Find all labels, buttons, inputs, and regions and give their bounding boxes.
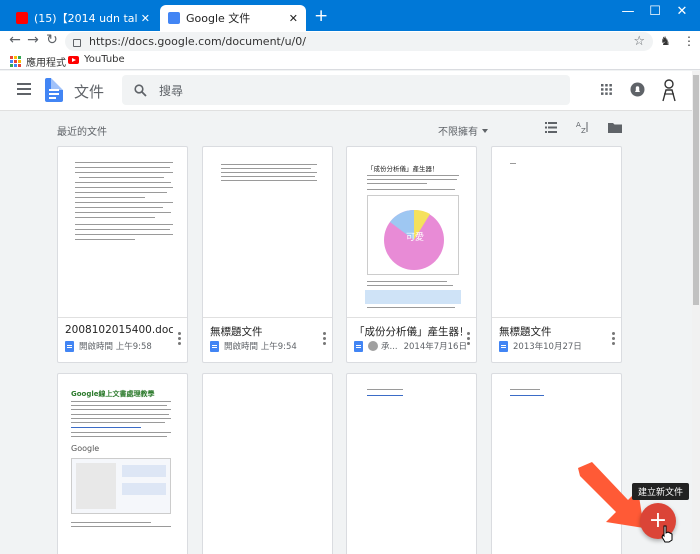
document-thumbnail <box>203 147 332 318</box>
page-scrollbar[interactable] <box>692 71 700 554</box>
doc-type-icon <box>354 340 363 352</box>
list-view-icon[interactable] <box>545 122 557 133</box>
document-card[interactable] <box>202 373 333 554</box>
browser-menu-icon[interactable]: ⋮ <box>683 34 695 48</box>
more-options-icon[interactable] <box>323 332 326 347</box>
document-card[interactable]: 2008102015400.doc 開啟時間 上午9:58 <box>57 146 188 363</box>
document-card[interactable]: Google線上文書處理教學 Google <box>57 373 188 554</box>
thumb-chart-frame: 可愛 <box>367 195 459 275</box>
forward-arrow-icon[interactable]: → <box>24 32 42 48</box>
folder-icon[interactable] <box>608 122 622 133</box>
search-input[interactable]: 搜尋 <box>122 75 570 105</box>
document-thumbnail: Google線上文書處理教學 Google <box>58 374 187 554</box>
reload-icon[interactable]: ↻ <box>43 32 61 48</box>
address-bar[interactable]: https://docs.google.com/document/u/0/ ☆ <box>65 32 653 51</box>
chevron-down-icon <box>482 129 488 133</box>
document-card[interactable]: 無標題文件 2013年10月27日 <box>491 146 622 363</box>
more-options-icon[interactable] <box>467 332 470 347</box>
account-avatar-icon[interactable] <box>660 78 678 102</box>
document-meta: 開啟時間 上午9:54 <box>224 342 297 352</box>
tab-title: Google 文件 <box>186 12 251 25</box>
maximize-icon[interactable]: ☐ <box>645 4 665 19</box>
search-icon <box>134 83 147 97</box>
thumb-google-logo: Google <box>71 444 100 453</box>
document-meta: 開啟時間 上午9:58 <box>79 342 152 352</box>
tab-title: (15)【2014 udn talks聯合 <box>34 12 137 25</box>
document-meta: 2013年10月27日 <box>513 342 582 352</box>
bookmark-label: YouTube <box>84 54 125 65</box>
document-card[interactable]: 「成份分析儀」產生器！ 可愛 「成份分析儀」產生器！ 承... 2014年7月16… <box>346 146 477 363</box>
browser-tab-strip: (15)【2014 udn talks聯合 ✕ Google 文件 ✕ + — … <box>0 0 700 31</box>
document-title: 無標題文件 <box>210 326 263 338</box>
doc-type-icon <box>499 340 508 352</box>
document-thumbnail <box>58 147 187 318</box>
close-tab-icon[interactable]: ✕ <box>141 12 150 25</box>
lock-icon <box>73 38 81 47</box>
new-tab-button[interactable]: + <box>314 7 328 25</box>
pie-chart-icon: 可愛 <box>384 209 444 270</box>
main-menu-icon[interactable] <box>17 83 31 98</box>
document-title: 2008102015400.doc <box>65 324 173 336</box>
close-window-icon[interactable]: ✕ <box>672 4 692 19</box>
app-title: 文件 <box>74 83 105 101</box>
browser-toolbar: ← → ↻ https://docs.google.com/document/u… <box>0 31 700 53</box>
document-title: 「成份分析儀」產生器！ <box>354 326 462 338</box>
owner-avatar <box>368 341 378 351</box>
document-card[interactable]: 無標題文件 開啟時間 上午9:54 <box>202 146 333 363</box>
extension-icon[interactable]: ♞ <box>660 34 671 48</box>
scrollbar-thumb[interactable] <box>693 75 699 305</box>
browser-tab-youtube[interactable]: (15)【2014 udn talks聯合 ✕ <box>8 5 158 31</box>
apps-grid-icon <box>10 56 21 67</box>
svg-text:Z: Z <box>581 127 586 134</box>
youtube-favicon-icon <box>16 12 28 24</box>
document-card[interactable] <box>346 373 477 554</box>
sort-az-icon[interactable]: A Z <box>576 120 590 134</box>
minimize-icon[interactable]: — <box>618 4 638 19</box>
owner-filter-label: 不限擁有 <box>438 127 478 138</box>
hand-cursor-icon <box>661 525 673 543</box>
docs-app-header: 文件 搜尋 <box>0 71 692 111</box>
thumb-heading: 「成份分析儀」產生器！ <box>367 165 439 173</box>
docs-favicon-icon <box>168 12 180 24</box>
bookmark-apps[interactable]: 應用程式 <box>10 54 66 69</box>
back-arrow-icon[interactable]: ← <box>6 32 24 48</box>
bookmark-youtube[interactable]: YouTube <box>68 54 125 65</box>
thumb-heading: Google線上文書處理教學 <box>71 390 155 398</box>
fab-tooltip: 建立新文件 <box>632 483 690 500</box>
bookmark-star-icon[interactable]: ☆ <box>633 34 645 49</box>
bookmarks-bar: 應用程式 YouTube <box>0 53 700 70</box>
doc-type-icon <box>65 340 74 352</box>
owner-name: 承... <box>381 342 398 352</box>
browser-tab-google-docs[interactable]: Google 文件 ✕ <box>160 5 306 31</box>
document-thumbnail <box>347 374 476 554</box>
pie-label: 可愛 <box>406 231 424 243</box>
document-thumbnail <box>203 374 332 554</box>
document-thumbnail <box>492 147 621 318</box>
youtube-icon <box>68 55 79 64</box>
doc-type-icon <box>210 340 219 352</box>
document-title: 無標題文件 <box>499 326 552 338</box>
section-title: 最近的文件 <box>57 127 107 138</box>
owner-filter-dropdown[interactable]: 不限擁有 <box>438 123 488 138</box>
google-apps-icon[interactable] <box>601 84 612 95</box>
document-thumbnail: 「成份分析儀」產生器！ 可愛 <box>347 147 476 318</box>
document-meta: 2014年7月16日 <box>403 342 467 352</box>
more-options-icon[interactable] <box>178 332 181 347</box>
url-text: https://docs.google.com/document/u/0/ <box>89 35 306 48</box>
notifications-icon[interactable] <box>630 82 645 97</box>
close-tab-icon[interactable]: ✕ <box>289 12 298 25</box>
docs-logo-icon[interactable] <box>45 78 63 102</box>
more-options-icon[interactable] <box>612 332 615 347</box>
search-placeholder: 搜尋 <box>159 83 184 98</box>
bookmark-label: 應用程式 <box>26 58 66 69</box>
